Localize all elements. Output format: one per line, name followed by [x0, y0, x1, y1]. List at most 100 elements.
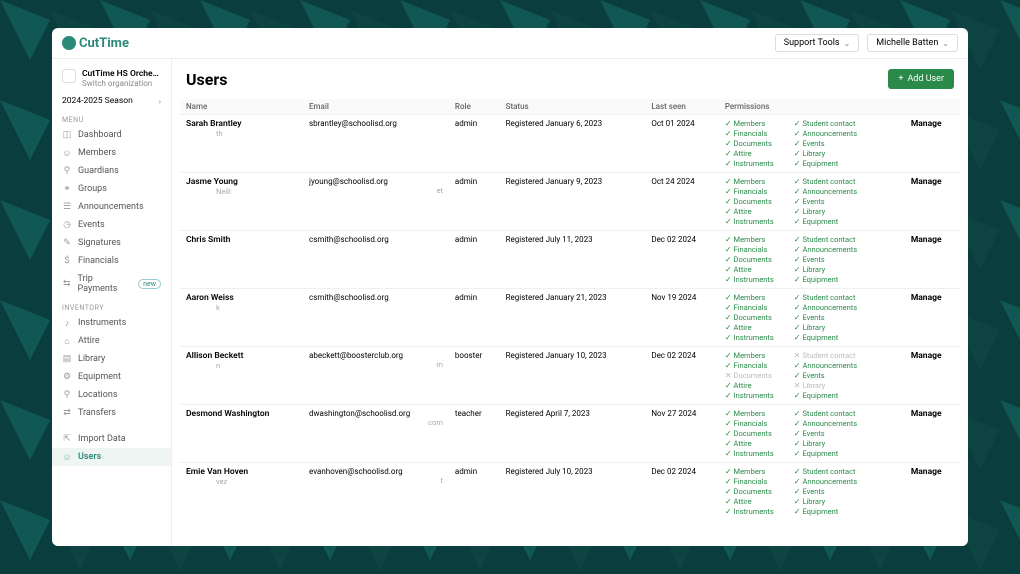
user-menu-button[interactable]: Michelle Batten ⌄	[867, 34, 958, 52]
sidebar-item-attire[interactable]: ⌂Attire	[52, 332, 171, 350]
user-last-seen: Nov 27 2024	[645, 405, 719, 463]
sidebar-item-label: Groups	[78, 184, 107, 194]
user-email: jyoung@schoolisd.org	[309, 177, 443, 186]
sidebar-item-locations[interactable]: ⚲Locations	[52, 386, 171, 404]
perm-documents: ✓Documents	[725, 487, 774, 496]
perm-instruments: ✓Instruments	[725, 333, 774, 342]
perm-financials: ✓Financials	[725, 245, 774, 254]
check-icon: ✓	[725, 265, 732, 274]
user-last-seen: Nov 19 2024	[645, 289, 719, 347]
perm-studentContact: ✓Student contact	[794, 119, 857, 128]
user-last-seen: Oct 01 2024	[645, 115, 719, 173]
user-last-seen: Dec 02 2024	[645, 347, 719, 405]
perm-instruments: ✓Instruments	[725, 449, 774, 458]
user-role: admin	[449, 463, 500, 521]
sidebar-item-instruments[interactable]: ♪Instruments	[52, 314, 171, 332]
manage-link[interactable]: Manage	[911, 235, 942, 245]
sidebar-item-announcements[interactable]: ☰Announcements	[52, 198, 171, 216]
check-icon: ✓	[794, 159, 801, 168]
table-row: Aaron Weissk csmith@schoolisd.org admin …	[180, 289, 960, 347]
announcements-icon: ☰	[62, 202, 72, 212]
check-icon: ✓	[725, 275, 732, 284]
season-selector[interactable]: 2024-2025 Season ›	[52, 92, 171, 110]
perm-announcements: ✓Announcements	[794, 419, 857, 428]
check-icon: ✓	[794, 265, 801, 274]
plus-icon: +	[898, 74, 903, 84]
events-icon: ◷	[62, 220, 72, 230]
check-icon: ✓	[725, 235, 732, 244]
manage-link[interactable]: Manage	[911, 177, 942, 187]
sidebar-item-transfers[interactable]: ⇄ Transfers	[52, 404, 171, 422]
sidebar-item-guardians[interactable]: ⚲Guardians	[52, 162, 171, 180]
perm-documents: ✕Documents	[725, 371, 774, 380]
table-row: Desmond Washington dwashington@schoolisd…	[180, 405, 960, 463]
check-icon: ✓	[794, 333, 801, 342]
check-icon: ✓	[794, 361, 801, 370]
sidebar-item-financials[interactable]: $Financials	[52, 252, 171, 270]
sidebar-item-label: Dashboard	[78, 130, 122, 140]
check-icon: ✓	[725, 293, 732, 302]
check-icon: ✓	[725, 149, 732, 158]
sidebar-item-import-data[interactable]: ⇱Import Data	[52, 430, 171, 448]
org-switcher[interactable]: CutTime HS Orchestra... Switch organizat…	[52, 65, 171, 92]
perm-members: ✓Members	[725, 293, 774, 302]
col-status: Status	[500, 99, 646, 115]
check-icon: ✓	[794, 391, 801, 400]
sidebar-item-trip-payments[interactable]: ⇆Trip Paymentsnew	[52, 270, 171, 298]
manage-link[interactable]: Manage	[911, 409, 942, 419]
manage-link[interactable]: Manage	[911, 293, 942, 303]
perm-announcements: ✓Announcements	[794, 245, 857, 254]
perm-attire: ✓Attire	[725, 497, 774, 506]
transfers-icon: ⇄	[62, 408, 72, 418]
perm-attire: ✓Attire	[725, 323, 774, 332]
check-icon: ✓	[725, 333, 732, 342]
sidebar-item-groups[interactable]: ⚭Groups	[52, 180, 171, 198]
manage-link[interactable]: Manage	[911, 119, 942, 129]
perm-studentContact: ✓Student contact	[794, 409, 857, 418]
x-icon: ✕	[794, 381, 801, 390]
check-icon: ✓	[794, 275, 801, 284]
manage-link[interactable]: Manage	[911, 351, 942, 361]
sidebar-item-users[interactable]: ☺Users	[52, 448, 171, 466]
menu-header: INVENTORY	[52, 298, 171, 314]
sidebar-item-signatures[interactable]: ✎Signatures	[52, 234, 171, 252]
check-icon: ✓	[725, 409, 732, 418]
perm-library: ✓Library	[794, 149, 857, 158]
perm-library: ✓Library	[794, 439, 857, 448]
sidebar-item-label: Attire	[78, 336, 100, 346]
col-last-seen: Last seen	[645, 99, 719, 115]
check-icon: ✓	[794, 409, 801, 418]
sidebar-item-label: Equipment	[78, 372, 121, 382]
perm-documents: ✓Documents	[725, 255, 774, 264]
check-icon: ✓	[794, 197, 801, 206]
check-icon: ✓	[794, 177, 801, 186]
sidebar-item-label: Locations	[78, 390, 117, 400]
sidebar-item-label: Transfers	[78, 408, 116, 418]
sidebar-item-events[interactable]: ◷ Events	[52, 216, 171, 234]
perm-events: ✓Events	[794, 255, 857, 264]
check-icon: ✓	[725, 391, 732, 400]
sidebar-item-equipment[interactable]: ⚙Equipment	[52, 368, 171, 386]
logo[interactable]: CutTime	[62, 36, 129, 51]
manage-link[interactable]: Manage	[911, 467, 942, 477]
guardians-icon: ⚲	[62, 166, 72, 176]
perm-equipment: ✓Equipment	[794, 275, 857, 284]
perm-members: ✓Members	[725, 119, 774, 128]
sidebar-item-members[interactable]: ☺Members	[52, 144, 171, 162]
sidebar-item-label: Events	[78, 220, 105, 230]
sidebar-item-library[interactable]: ▤Library	[52, 350, 171, 368]
check-icon: ✓	[725, 187, 732, 196]
perm-library: ✕Library	[794, 381, 857, 390]
support-tools-button[interactable]: Support Tools ⌄	[775, 34, 860, 52]
check-icon: ✓	[794, 371, 801, 380]
sidebar-item-dashboard[interactable]: ◫Dashboard	[52, 126, 171, 144]
user-name: Sarah Brantley	[186, 119, 297, 129]
check-icon: ✓	[794, 149, 801, 158]
org-icon	[62, 69, 76, 83]
perm-documents: ✓Documents	[725, 139, 774, 148]
user-last-seen: Dec 02 2024	[645, 463, 719, 521]
logo-icon	[62, 36, 76, 50]
add-user-button[interactable]: + Add User	[888, 69, 954, 89]
perm-financials: ✓Financials	[725, 419, 774, 428]
perm-documents: ✓Documents	[725, 197, 774, 206]
